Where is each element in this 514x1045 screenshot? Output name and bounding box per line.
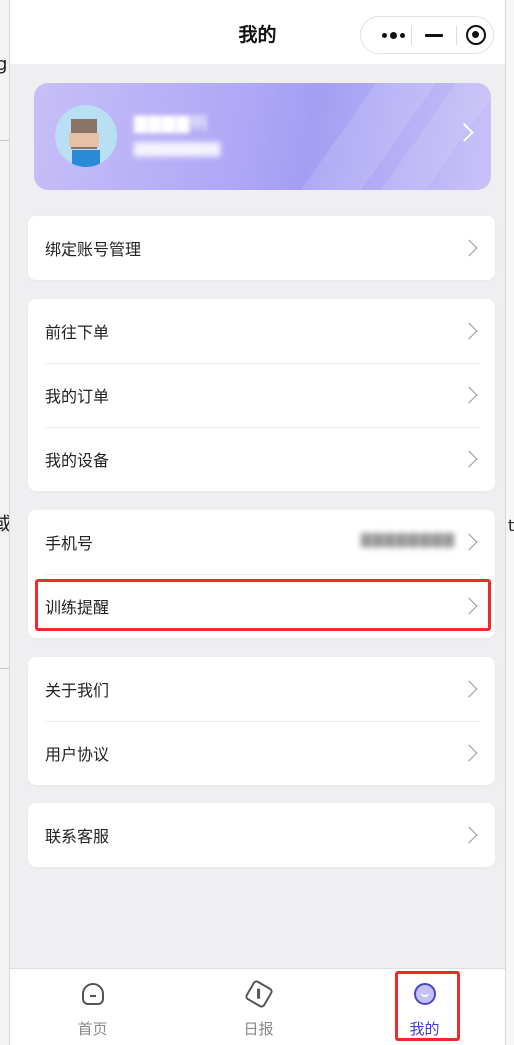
my-orders-item[interactable]: 我的订单 [28, 363, 495, 427]
row-label: 联系客服 [45, 827, 110, 846]
close-target-icon[interactable] [466, 25, 486, 45]
chevron-right-icon [460, 744, 478, 762]
account-group: 绑定账号管理 [28, 216, 495, 280]
row-label: 训练提醒 [45, 598, 110, 617]
mini-program-frame: 我的 ▇▇▇▇明 ▇▇▇▇▇▇▇▇ 绑定账号管理 前往下单 我的订单 我的设备 … [9, 0, 506, 1045]
phone-number-value: ▇▇▇▇▇▇▇▇ [360, 532, 455, 548]
user-name: ▇▇▇▇明 [134, 114, 209, 134]
minimize-icon[interactable] [425, 34, 443, 37]
background-divider [0, 140, 9, 141]
profile-card[interactable]: ▇▇▇▇明 ▇▇▇▇▇▇▇▇ [34, 83, 491, 190]
profile-face-icon [413, 983, 436, 1005]
row-label: 我的设备 [45, 451, 110, 470]
phone-number-item[interactable]: 手机号 ▇▇▇▇▇▇▇▇ [28, 510, 495, 574]
tab-bar: 首页 日报 我的 [10, 968, 505, 1045]
user-subtitle: ▇▇▇▇▇▇▇▇ [134, 141, 221, 157]
row-label: 前往下单 [45, 323, 110, 342]
bind-account-item[interactable]: 绑定账号管理 [28, 216, 495, 280]
my-devices-item[interactable]: 我的设备 [28, 427, 495, 491]
chevron-right-icon [460, 322, 478, 340]
contact-service-item[interactable]: 联系客服 [28, 803, 495, 867]
row-label: 绑定账号管理 [45, 240, 142, 259]
tab-mine[interactable]: 我的 [342, 969, 505, 1045]
capsule-divider [411, 26, 412, 45]
about-group: 关于我们 用户协议 [28, 657, 495, 785]
chevron-right-icon [460, 826, 478, 844]
about-us-item[interactable]: 关于我们 [28, 657, 495, 721]
tab-report[interactable]: 日报 [176, 969, 341, 1045]
background-text-fragment: t [508, 516, 514, 535]
row-label: 我的订单 [45, 387, 110, 406]
more-icon[interactable] [375, 17, 411, 53]
chevron-right-icon [460, 597, 478, 615]
chevron-right-icon [460, 680, 478, 698]
orders-group: 前往下单 我的订单 我的设备 [28, 299, 495, 491]
chevron-right-icon [460, 533, 478, 551]
tab-home[interactable]: 首页 [10, 969, 175, 1045]
service-group: 联系客服 [28, 803, 495, 867]
tab-label: 我的 [409, 1020, 440, 1038]
avatar [55, 105, 117, 167]
user-agreement-item[interactable]: 用户协议 [28, 721, 495, 785]
settings-group: 手机号 ▇▇▇▇▇▇▇▇ 训练提醒 [28, 510, 495, 638]
training-reminder-item[interactable]: 训练提醒 [28, 574, 495, 638]
chevron-right-icon [460, 450, 478, 468]
navigation-bar: 我的 [10, 0, 505, 64]
tab-label: 日报 [243, 1020, 274, 1038]
chevron-right-icon [460, 386, 478, 404]
home-icon [81, 983, 104, 1005]
background-text-fragment: g [0, 54, 8, 75]
chevron-right-icon [460, 239, 478, 257]
row-label: 手机号 [45, 534, 94, 553]
daily-report-icon [243, 978, 274, 1010]
background-divider [0, 668, 9, 669]
capsule-divider [456, 26, 457, 45]
row-label: 关于我们 [45, 681, 110, 700]
capsule-menu [360, 16, 494, 54]
place-order-item[interactable]: 前往下单 [28, 299, 495, 363]
row-label: 用户协议 [45, 745, 110, 764]
tab-label: 首页 [77, 1020, 108, 1038]
